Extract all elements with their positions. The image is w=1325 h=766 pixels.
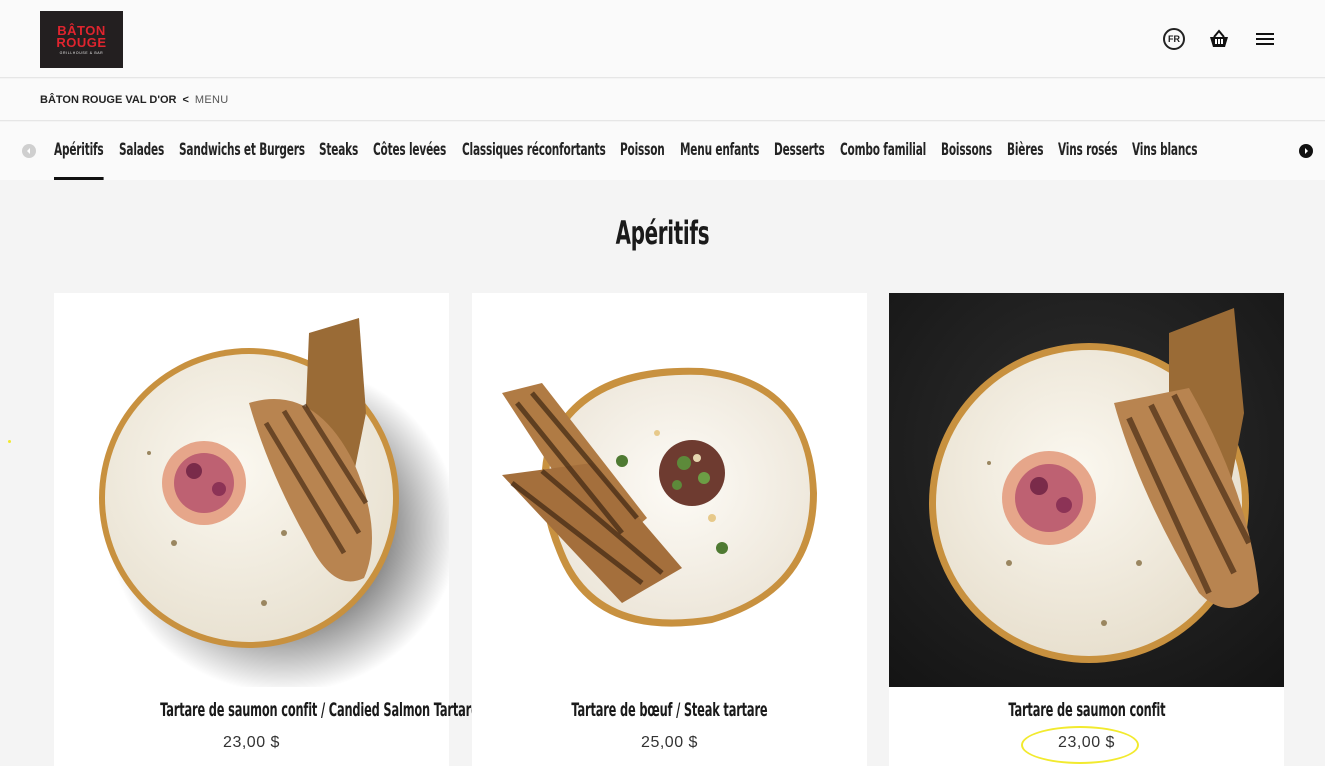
category-tab-item: Apéritifs: [54, 122, 119, 180]
category-nav: Apéritifs Salades Sandwichs et Burgers Stea…: [0, 122, 1325, 180]
category-tab[interactable]: Steaks: [319, 122, 358, 180]
category-tab[interactable]: Boissons: [941, 122, 992, 180]
basket-icon[interactable]: [1207, 27, 1231, 51]
category-tab-item: Sandwichs et Burgers: [179, 122, 320, 180]
category-tab[interactable]: Vins rosés: [1058, 122, 1117, 180]
category-tab-item: Vins rosés: [1058, 122, 1132, 180]
breadcrumb-separator: <: [182, 93, 189, 106]
category-tab[interactable]: Poisson: [620, 122, 665, 180]
category-tab[interactable]: Apéritifs: [54, 122, 104, 180]
section-title-text: Apéritifs: [615, 214, 710, 252]
item-price: 25,00 $: [641, 734, 698, 751]
item-name: Tartare de bœuf / Steak tartare: [472, 699, 867, 721]
item-name: Tartare de saumon confit: [889, 699, 1284, 721]
item-name: Tartare de saumon confit / Candied Salmo…: [54, 699, 479, 721]
category-tab-item: Salades: [119, 122, 179, 180]
item-price: 23,00 $: [223, 734, 280, 751]
site-header: BÂTON ROUGE GRILLHOUSE & BAR FR: [0, 0, 1325, 78]
scroll-left-arrow-icon[interactable]: [22, 144, 36, 158]
item-name-text: Tartare de saumon confit: [1007, 699, 1166, 721]
header-actions: FR: [1163, 27, 1277, 51]
category-tab-item: Bières: [1007, 122, 1058, 180]
item-name-text: Tartare de bœuf / Steak tartare: [571, 699, 768, 721]
category-tab[interactable]: Menu enfants: [680, 122, 759, 180]
logo-tagline: GRILLHOUSE & BAR: [59, 50, 104, 55]
category-tab[interactable]: Salades: [119, 122, 164, 180]
dish-photo-salmon-tartare: [54, 293, 449, 687]
category-tab[interactable]: Sandwichs et Burgers: [179, 122, 305, 180]
baton-rouge-logo[interactable]: BÂTON ROUGE GRILLHOUSE & BAR: [40, 11, 123, 68]
category-tab-item: Poisson: [620, 122, 680, 180]
menu-item-card[interactable]: Tartare de saumon confit 23,00 $: [889, 293, 1284, 766]
breadcrumb-home-link[interactable]: BÂTON ROUGE VAL D'OR: [40, 94, 176, 106]
category-tab[interactable]: Combo familial: [840, 122, 926, 180]
language-toggle-button[interactable]: FR: [1163, 28, 1185, 50]
breadcrumb-current: MENU: [194, 93, 229, 106]
category-tab[interactable]: Desserts: [774, 122, 825, 180]
category-tab-item: Vins blancs: [1132, 122, 1212, 180]
logo-line-2: ROUGE: [56, 34, 107, 50]
dish-photo-steak-tartare: [472, 293, 867, 687]
category-tab-item: Steaks: [319, 122, 373, 180]
menu-item-card[interactable]: Tartare de bœuf / Steak tartare 25,00 $: [472, 293, 867, 766]
hamburger-menu-icon[interactable]: [1253, 27, 1277, 51]
category-tab[interactable]: Bières: [1007, 122, 1043, 180]
breadcrumb: BÂTON ROUGE VAL D'OR < MENU: [0, 79, 1325, 121]
item-name-text: Tartare de saumon confit / Candied Salmo…: [160, 699, 479, 721]
category-tab-item: Classiques réconfortants: [462, 122, 621, 180]
scroll-right-arrow-icon[interactable]: [1299, 144, 1313, 158]
annotation-dot: [8, 440, 11, 443]
category-tab-item: Boissons: [941, 122, 1007, 180]
category-tab-item: Combo familial: [840, 122, 941, 180]
category-tabs: Apéritifs Salades Sandwichs et Burgers Stea…: [54, 122, 1288, 180]
category-tab[interactable]: Côtes levées: [373, 122, 446, 180]
price-highlight-annotation: [1021, 726, 1139, 764]
category-tab-item: Côtes levées: [373, 122, 461, 180]
category-tab-item: Menu enfants: [680, 122, 774, 180]
category-tab[interactable]: Classiques réconfortants: [462, 122, 606, 180]
menu-item-card[interactable]: Tartare de saumon confit / Candied Salmo…: [54, 293, 479, 766]
dish-photo-salmon-confit: [889, 293, 1284, 687]
category-tab[interactable]: Vins blancs: [1132, 122, 1197, 180]
section-title: Apéritifs: [0, 214, 1325, 252]
category-tab-item: Desserts: [774, 122, 840, 180]
